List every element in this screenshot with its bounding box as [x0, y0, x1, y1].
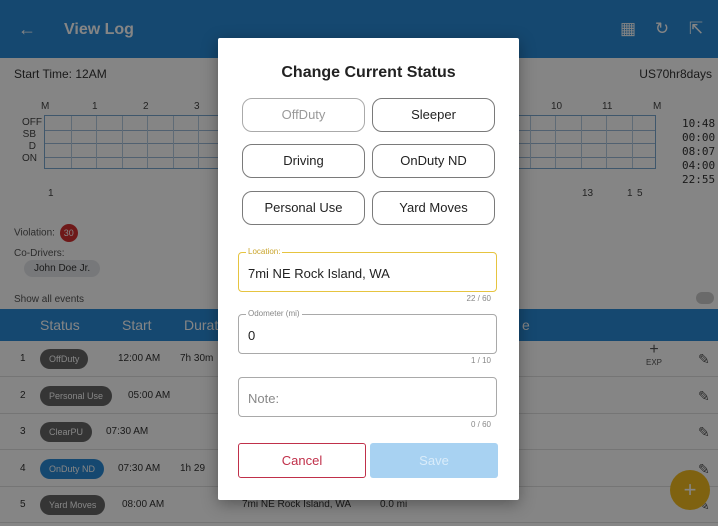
cancel-button[interactable]: Cancel	[238, 443, 366, 478]
status-yard-moves-button[interactable]: Yard Moves	[372, 191, 495, 225]
note-counter: 0 / 60	[470, 420, 491, 429]
odometer-value[interactable]: 0	[248, 328, 255, 343]
odometer-label: Odometer (mi)	[246, 309, 302, 319]
status-onduty-nd-button[interactable]: OnDuty ND	[372, 144, 495, 178]
change-status-dialog: Change Current Status OffDuty Sleeper Dr…	[218, 38, 519, 500]
dialog-title: Change Current Status	[281, 64, 456, 81]
status-personal-use-button[interactable]: Personal Use	[242, 191, 365, 225]
note-placeholder[interactable]: Note:	[248, 391, 279, 406]
location-counter: 22 / 60	[466, 294, 491, 303]
note-field[interactable]: Note:	[238, 377, 497, 417]
status-driving-button[interactable]: Driving	[242, 144, 365, 178]
save-button[interactable]: Save	[370, 443, 498, 478]
location-field[interactable]: Location: 7mi NE Rock Island, WA	[238, 247, 497, 292]
location-value[interactable]: 7mi NE Rock Island, WA	[248, 266, 390, 281]
status-offduty-button[interactable]: OffDuty	[242, 98, 365, 132]
status-sleeper-button[interactable]: Sleeper	[372, 98, 495, 132]
odometer-counter: 1 / 10	[470, 356, 491, 365]
location-label: Location:	[246, 247, 283, 257]
odometer-field[interactable]: Odometer (mi) 0	[238, 309, 497, 354]
